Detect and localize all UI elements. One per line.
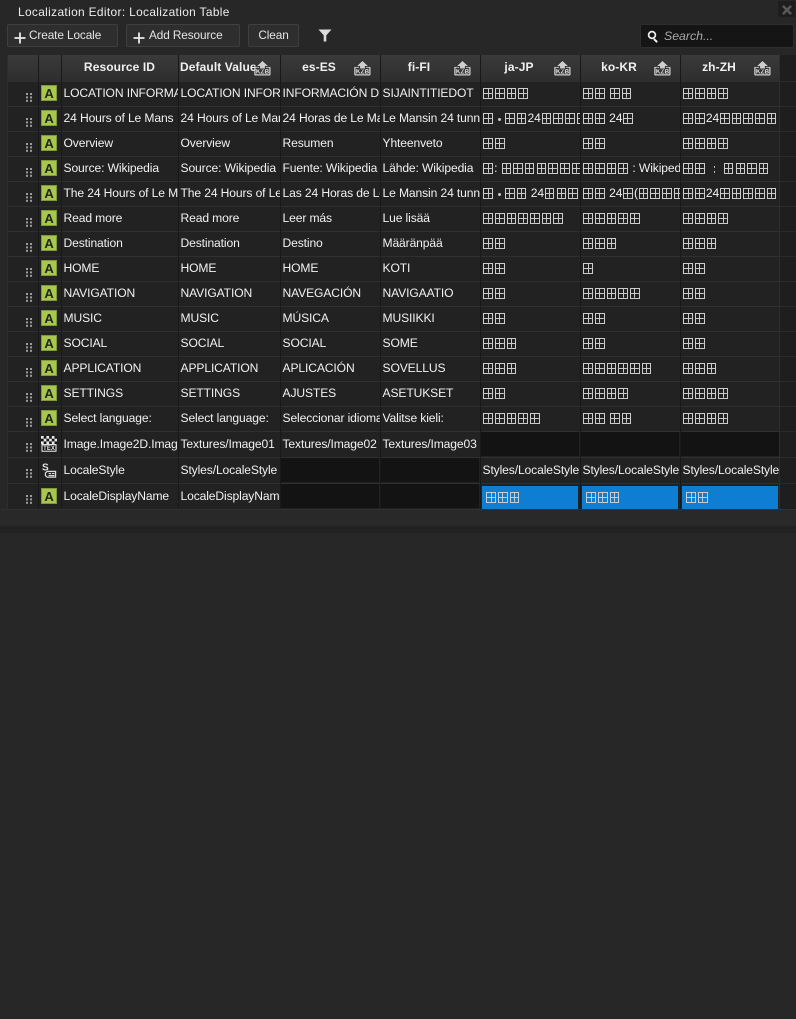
svg-text:A: A	[44, 86, 54, 101]
svg-text:KZB: KZB	[356, 69, 370, 76]
svg-text:A: A	[44, 489, 54, 504]
svg-text:KZB: KZB	[556, 69, 570, 76]
svg-text:A: A	[44, 236, 54, 251]
svg-text:A: A	[44, 186, 54, 201]
svg-text:KZB: KZB	[656, 69, 670, 76]
svg-text:A: A	[44, 261, 54, 276]
svg-text:KZB: KZB	[256, 69, 270, 76]
svg-text:KZB: KZB	[756, 69, 770, 76]
svg-text:A: A	[44, 136, 54, 151]
svg-text:TEX: TEX	[43, 446, 55, 452]
svg-text:KZB: KZB	[456, 69, 470, 76]
svg-text:A: A	[44, 286, 54, 301]
svg-text:A: A	[44, 161, 54, 176]
svg-text:A: A	[44, 211, 54, 226]
svg-text:A: A	[44, 386, 54, 401]
svg-text:A: A	[44, 411, 54, 426]
svg-text:A: A	[44, 336, 54, 351]
svg-text:A: A	[44, 361, 54, 376]
svg-text:A: A	[44, 111, 54, 126]
svg-text:A: A	[44, 311, 54, 326]
